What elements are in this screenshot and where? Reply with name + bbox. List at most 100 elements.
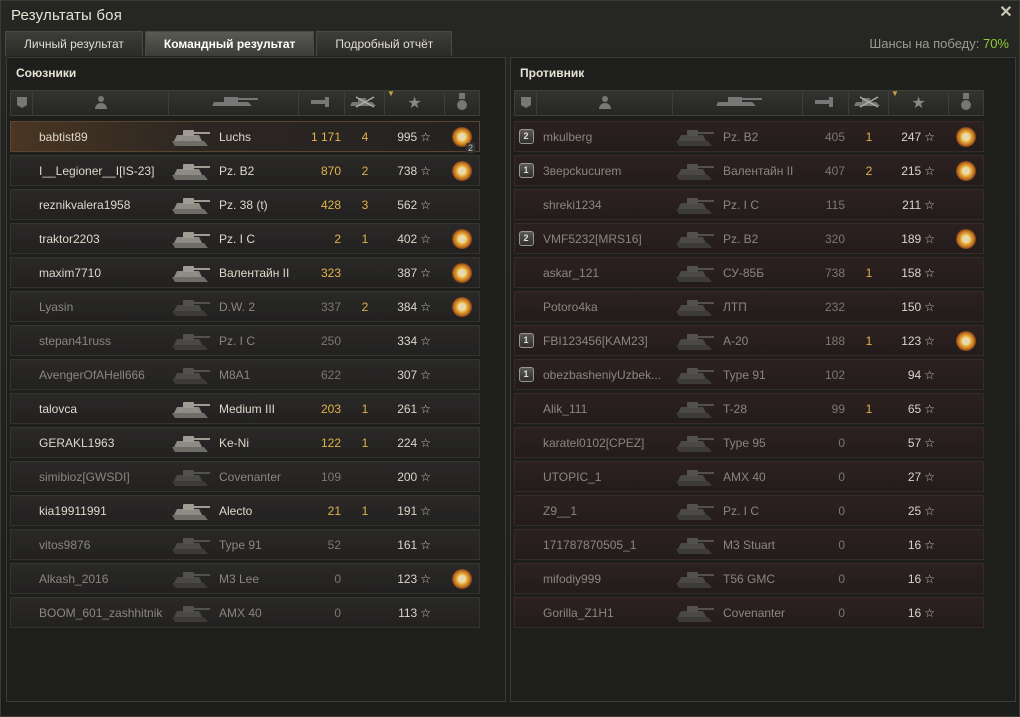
tab-personal-result[interactable]: Личный результат [5, 31, 143, 56]
player-name[interactable]: maxim7710 [33, 266, 169, 280]
player-row[interactable]: shreki1234 Pz. I C 115 211 ☆ [514, 189, 984, 220]
player-row[interactable]: kia19911991 Alecto 21 1 191 ☆ [10, 495, 480, 526]
player-row[interactable]: babtist89 Luchs 1 171 4 995 ☆ 2 [10, 121, 480, 153]
player-name[interactable]: Alkash_2016 [33, 572, 169, 586]
player-row[interactable]: vitos9876 Type 91 52 161 ☆ [10, 529, 480, 560]
player-name[interactable]: askar_121 [537, 266, 673, 280]
player-name[interactable]: GERAKL1963 [33, 436, 169, 450]
column-header-damage[interactable] [299, 91, 345, 115]
medal-icon[interactable] [452, 296, 472, 317]
player-name[interactable]: I__Legioner__I[IS-23] [33, 164, 169, 178]
player-row[interactable]: 171787870505_1 M3 Stuart 0 16 ☆ [514, 529, 984, 560]
player-row[interactable]: Alik_111 T-28 99 1 65 ☆ [514, 393, 984, 424]
player-name[interactable]: babtist89 [33, 130, 169, 144]
column-header-tank[interactable] [673, 91, 803, 115]
tank-cell: Alecto [169, 499, 299, 523]
player-name[interactable]: karatel0102[CPEZ] [537, 436, 673, 450]
player-row[interactable]: stepan41russ Pz. I C 250 334 ☆ [10, 325, 480, 356]
medal-icon[interactable] [956, 330, 976, 351]
player-row[interactable]: 1 3вepckucurem Валентайн II 407 2 215 ☆ [514, 155, 984, 186]
player-row[interactable]: Alkash_2016 M3 Lee 0 123 ☆ [10, 563, 480, 594]
player-row[interactable]: 2 mkulberg Pz. B2 405 1 247 ☆ [514, 121, 984, 152]
medal-icon[interactable] [452, 568, 472, 589]
column-header-experience-star[interactable]: ★ ▼ [385, 89, 445, 115]
tab-team-result[interactable]: Командный результат [144, 31, 315, 56]
player-row[interactable]: 2 VMF5232[MRS16] Pz. B2 320 189 ☆ [514, 223, 984, 254]
medal-icon[interactable] [452, 262, 472, 283]
tank-cell: СУ-85Б [673, 261, 803, 285]
player-name[interactable]: FBI123456[KAM23] [537, 334, 673, 348]
player-name[interactable]: stepan41russ [33, 334, 169, 348]
medal-icon[interactable] [956, 160, 976, 181]
player-name[interactable]: vitos9876 [33, 538, 169, 552]
player-name[interactable]: AvengerOfAHell666 [33, 368, 169, 382]
medal-icon[interactable] [956, 126, 976, 147]
star-icon: ☆ [924, 571, 935, 586]
player-row[interactable]: I__Legioner__I[IS-23] Pz. B2 870 2 738 ☆ [10, 155, 480, 186]
column-header-experience-star[interactable]: ★ ▼ [889, 89, 949, 115]
experience-cell: 25 ☆ [889, 504, 949, 518]
player-name[interactable]: mkulberg [537, 130, 673, 144]
player-name[interactable]: Gorilla_Z1H1 [537, 606, 673, 620]
column-header-player[interactable] [33, 91, 169, 115]
tank-silhouette-icon [172, 367, 210, 384]
player-name[interactable]: traktor2203 [33, 232, 169, 246]
player-name[interactable]: 171787870505_1 [537, 538, 673, 552]
column-header-player[interactable] [537, 91, 673, 115]
player-row[interactable]: reznikvalera1958 Pz. 38 (t) 428 3 562 ☆ [10, 189, 480, 220]
medal-icon[interactable] [452, 160, 472, 181]
player-name[interactable]: Potoro4ka [537, 300, 673, 314]
column-header-medal[interactable] [445, 91, 479, 115]
player-name[interactable]: reznikvalera1958 [33, 198, 169, 212]
player-row[interactable]: AvengerOfAHell666 M8A1 622 307 ☆ [10, 359, 480, 390]
player-row[interactable]: Potoro4ka ЛТП 232 150 ☆ [514, 291, 984, 322]
player-row[interactable]: karatel0102[CPEZ] Type 95 0 57 ☆ [514, 427, 984, 458]
damage-value: 0 [838, 571, 845, 586]
player-name[interactable]: Lyasin [33, 300, 169, 314]
player-name[interactable]: Z9__1 [537, 504, 673, 518]
column-header-kills[interactable] [849, 91, 889, 115]
medal-icon[interactable] [452, 228, 472, 249]
kills-value: 2 [865, 163, 873, 178]
player-row[interactable]: simibioz[GWSDI] Covenanter 109 200 ☆ [10, 461, 480, 492]
player-row[interactable]: Gorilla_Z1H1 Covenanter 0 16 ☆ [514, 597, 984, 628]
column-header-platoon[interactable] [11, 91, 33, 115]
damage-value: 738 [824, 265, 845, 280]
column-header-medal[interactable] [949, 91, 983, 115]
player-name[interactable]: talovca [33, 402, 169, 416]
column-header-tank[interactable] [169, 91, 299, 115]
player-name[interactable]: shreki1234 [537, 198, 673, 212]
player-row[interactable]: talovca Medium III 203 1 261 ☆ [10, 393, 480, 424]
column-header-damage[interactable] [803, 91, 849, 115]
player-row[interactable]: mifodiy999 T56 GMC 0 16 ☆ [514, 563, 984, 594]
column-header-kills[interactable] [345, 91, 385, 115]
player-row[interactable]: askar_121 СУ-85Б 738 1 158 ☆ [514, 257, 984, 288]
experience-cell: 215 ☆ [889, 164, 949, 178]
player-name[interactable]: BOOM_601_zashhitnik [33, 606, 169, 620]
player-row[interactable]: 1 FBI123456[KAM23] A-20 188 1 123 ☆ [514, 325, 984, 356]
player-row[interactable]: UTOPIC_1 AMX 40 0 27 ☆ [514, 461, 984, 492]
player-name[interactable]: kia19911991 [33, 504, 169, 518]
player-row[interactable]: maxim7710 Валентайн II 323 387 ☆ [10, 257, 480, 288]
player-name[interactable]: simibioz[GWSDI] [33, 470, 169, 484]
kills-value: 1 [865, 129, 873, 144]
player-row[interactable]: Z9__1 Pz. I C 0 25 ☆ [514, 495, 984, 526]
player-row[interactable]: 1 obezbasheniyUzbek... Type 91 102 94 ☆ [514, 359, 984, 390]
player-name[interactable]: obezbasheniyUzbek... [537, 368, 673, 382]
tab-detailed-report[interactable]: Подробный отчёт [316, 31, 453, 56]
medal-icon[interactable] [956, 228, 976, 249]
player-row[interactable]: BOOM_601_zashhitnik AMX 40 0 113 ☆ [10, 597, 480, 628]
damage-value: 99 [831, 401, 845, 416]
close-icon[interactable]: ✕ [997, 4, 1015, 22]
player-row[interactable]: GERAKL1963 Ke-Ni 122 1 224 ☆ [10, 427, 480, 458]
player-name[interactable]: mifodiy999 [537, 572, 673, 586]
star-icon: ☆ [420, 503, 431, 518]
player-name[interactable]: UTOPIC_1 [537, 470, 673, 484]
player-name[interactable]: Alik_111 [537, 402, 673, 416]
column-header-platoon[interactable] [515, 91, 537, 115]
player-row[interactable]: Lyasin D.W. 2 337 2 384 ☆ [10, 291, 480, 322]
player-row[interactable]: traktor2203 Pz. I C 2 1 402 ☆ [10, 223, 480, 254]
player-name[interactable]: 3вepckucurem [537, 164, 673, 178]
tank-name: ЛТП [723, 299, 747, 314]
player-name[interactable]: VMF5232[MRS16] [537, 232, 673, 246]
